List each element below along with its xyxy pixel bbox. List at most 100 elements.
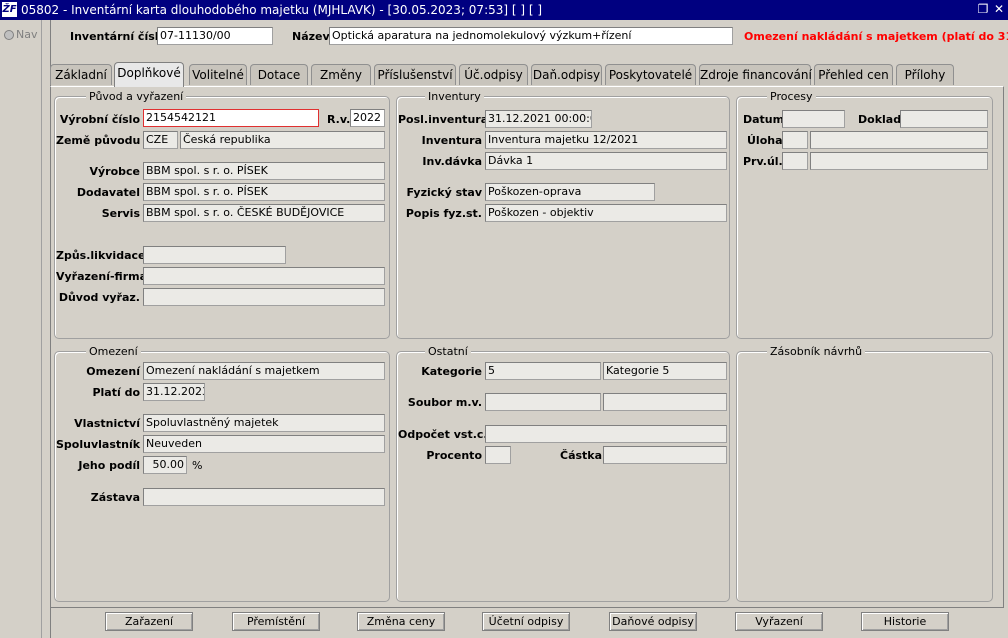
premisteni-button[interactable]: Přemístění — [232, 612, 320, 631]
vyrobce-label: Výrobce — [89, 165, 140, 178]
tab-prislusenstvi[interactable]: Příslušenství — [374, 64, 456, 85]
servis-label: Servis — [101, 207, 140, 220]
inventura-field[interactable]: Inventura majetku 12/2021 — [485, 131, 727, 149]
vyrazeni-firma-field[interactable] — [143, 267, 385, 285]
group-ostatni — [396, 351, 730, 602]
duvod-vyrazeni-label: Důvod vyřaz. — [58, 291, 140, 304]
fyzicky-stav-field[interactable]: Poškozen-oprava — [485, 183, 655, 201]
zmena-ceny-button[interactable]: Změna ceny — [357, 612, 445, 631]
castka-field[interactable] — [603, 446, 727, 464]
kategorie-name-field[interactable]: Kategorie 5 — [603, 362, 727, 380]
tab-zmeny[interactable]: Změny — [311, 64, 371, 85]
vyrobni-cislo-label: Výrobní číslo — [59, 113, 140, 126]
vlastnictvi-label: Vlastnictví — [74, 417, 140, 430]
nazev-field[interactable]: Optická aparatura na jednomolekulový výz… — [329, 27, 733, 45]
tab-dotace[interactable]: Dotace — [250, 64, 308, 85]
group-omezeni-title: Omezení — [86, 345, 141, 358]
soubor-mv-field[interactable] — [485, 393, 601, 411]
nazev-label: Název — [292, 30, 330, 43]
kategorie-label: Kategorie — [421, 365, 482, 378]
nav-radio-icon[interactable] — [4, 30, 14, 40]
group-ostatni-title: Ostatní — [425, 345, 471, 358]
tab-ucetni-odpisy[interactable]: Úč.odpisy — [459, 64, 528, 85]
inventura-label: Inventura — [421, 134, 482, 147]
likvidace-field[interactable] — [143, 246, 286, 264]
tab-zakladni[interactable]: Základní — [50, 64, 112, 85]
vyrobni-cislo-field[interactable]: 2154542121 — [143, 109, 319, 127]
tab-doplnkove[interactable]: Doplňkové — [114, 62, 184, 87]
odpocet-label: Odpočet vst.c. — [398, 428, 488, 441]
uloha-name-field[interactable] — [810, 131, 988, 149]
group-zasobnik — [736, 351, 993, 602]
popis-fyz-field[interactable]: Poškozen - objektiv — [485, 204, 727, 222]
inventarni-cislo-label: Inventární číslo — [70, 30, 167, 43]
group-puvod-title: Původ a vyřazení — [86, 90, 187, 103]
uloha-code-field[interactable] — [782, 131, 808, 149]
close-icon[interactable]: ✕ — [992, 2, 1006, 17]
omezeni-label: Omezení — [86, 365, 140, 378]
tab-zdroje-financovani[interactable]: Zdroje financování — [699, 64, 812, 85]
doklad-label: Doklad — [858, 113, 902, 126]
vyrobce-field[interactable]: BBM spol. s r. o. PÍSEK — [143, 162, 385, 180]
nav-label: Nav — [16, 28, 38, 41]
servis-field[interactable]: BBM spol. s r. o. ČESKÉ BUDĚJOVICE — [143, 204, 385, 222]
omezeni-field[interactable]: Omezení nakládání s majetkem — [143, 362, 385, 380]
vyrazeni-button[interactable]: Vyřazení — [735, 612, 823, 631]
duvod-vyrazeni-field[interactable] — [143, 288, 385, 306]
prv-ul-code-field[interactable] — [782, 152, 808, 170]
vlastnictvi-field[interactable]: Spoluvlastněný majetek — [143, 414, 385, 432]
prv-ul-label: Prv.úl. — [743, 155, 783, 168]
vyrazeni-firma-label: Vyřazení-firma — [56, 270, 148, 283]
podil-unit: % — [192, 459, 203, 472]
doklad-field[interactable] — [900, 110, 988, 128]
historie-button[interactable]: Historie — [861, 612, 949, 631]
odpocet-field[interactable] — [485, 425, 727, 443]
castka-label: Částka — [560, 449, 603, 462]
jeho-podil-label: Jeho podíl — [78, 459, 140, 472]
window-title: 05802 - Inventární karta dlouhodobého ma… — [21, 3, 543, 17]
posl-inventura-label: Posl.inventura — [398, 113, 489, 126]
prv-ul-name-field[interactable] — [810, 152, 988, 170]
plati-do-label: Platí do — [92, 386, 140, 399]
zeme-puvodu-label: Země původu — [56, 134, 141, 147]
zarazeni-button[interactable]: Zařazení — [105, 612, 193, 631]
tab-prehled-cen[interactable]: Přehled cen — [814, 64, 893, 85]
uloha-label: Úloha — [747, 134, 783, 147]
procento-label: Procento — [426, 449, 482, 462]
plati-do-field[interactable]: 31.12.2023 — [143, 383, 205, 401]
nav-strip: Nav — [0, 20, 42, 638]
group-inventury-title: Inventury — [425, 90, 484, 103]
soubor-mv-name-field[interactable] — [603, 393, 727, 411]
datum-label: Datum — [743, 113, 785, 126]
datum-field[interactable] — [782, 110, 845, 128]
dodavatel-label: Dodavatel — [76, 186, 140, 199]
group-procesy-title: Procesy — [767, 90, 816, 103]
posl-inventura-field[interactable]: 31.12.2021 00:00:00 — [485, 110, 592, 128]
soubor-mv-label: Soubor m.v. — [407, 396, 482, 409]
inv-davka-label: Inv.dávka — [422, 155, 482, 168]
procento-field[interactable] — [485, 446, 511, 464]
zastava-field[interactable] — [143, 488, 385, 506]
tab-volitelne[interactable]: Volitelné — [189, 64, 247, 85]
inventarni-cislo-field[interactable]: 07-11130/00 — [157, 27, 273, 45]
group-zasobnik-title: Zásobník návrhů — [767, 345, 866, 358]
ucetni-odpisy-button[interactable]: Účetní odpisy — [482, 612, 570, 631]
rv-label: R.v. — [327, 113, 351, 126]
spoluvlastnik-field[interactable]: Neuveden — [143, 435, 385, 453]
dodavatel-field[interactable]: BBM spol. s r. o. PÍSEK — [143, 183, 385, 201]
danove-odpisy-button[interactable]: Daňové odpisy — [609, 612, 697, 631]
zeme-name-field[interactable]: Česká republika — [180, 131, 385, 149]
popis-fyz-label: Popis fyz.st. — [405, 207, 482, 220]
likvidace-label: Způs.likvidace — [56, 249, 146, 262]
restore-icon[interactable]: ❐ — [976, 2, 990, 17]
rv-field[interactable]: 2022 — [350, 109, 385, 127]
zeme-code-field[interactable]: CZE — [143, 131, 178, 149]
jeho-podil-field[interactable]: 50.00 — [143, 456, 187, 474]
inv-davka-field[interactable]: Dávka 1 — [485, 152, 727, 170]
tab-danove-odpisy[interactable]: Daň.odpisy — [531, 64, 602, 85]
tab-prilohy[interactable]: Přílohy — [896, 64, 954, 85]
title-bar: ŽF 05802 - Inventární karta dlouhodobého… — [0, 0, 1008, 20]
tab-poskytovatele[interactable]: Poskytovatelé — [605, 64, 696, 85]
kategorie-code-field[interactable]: 5 — [485, 362, 601, 380]
zastava-label: Zástava — [90, 491, 140, 504]
